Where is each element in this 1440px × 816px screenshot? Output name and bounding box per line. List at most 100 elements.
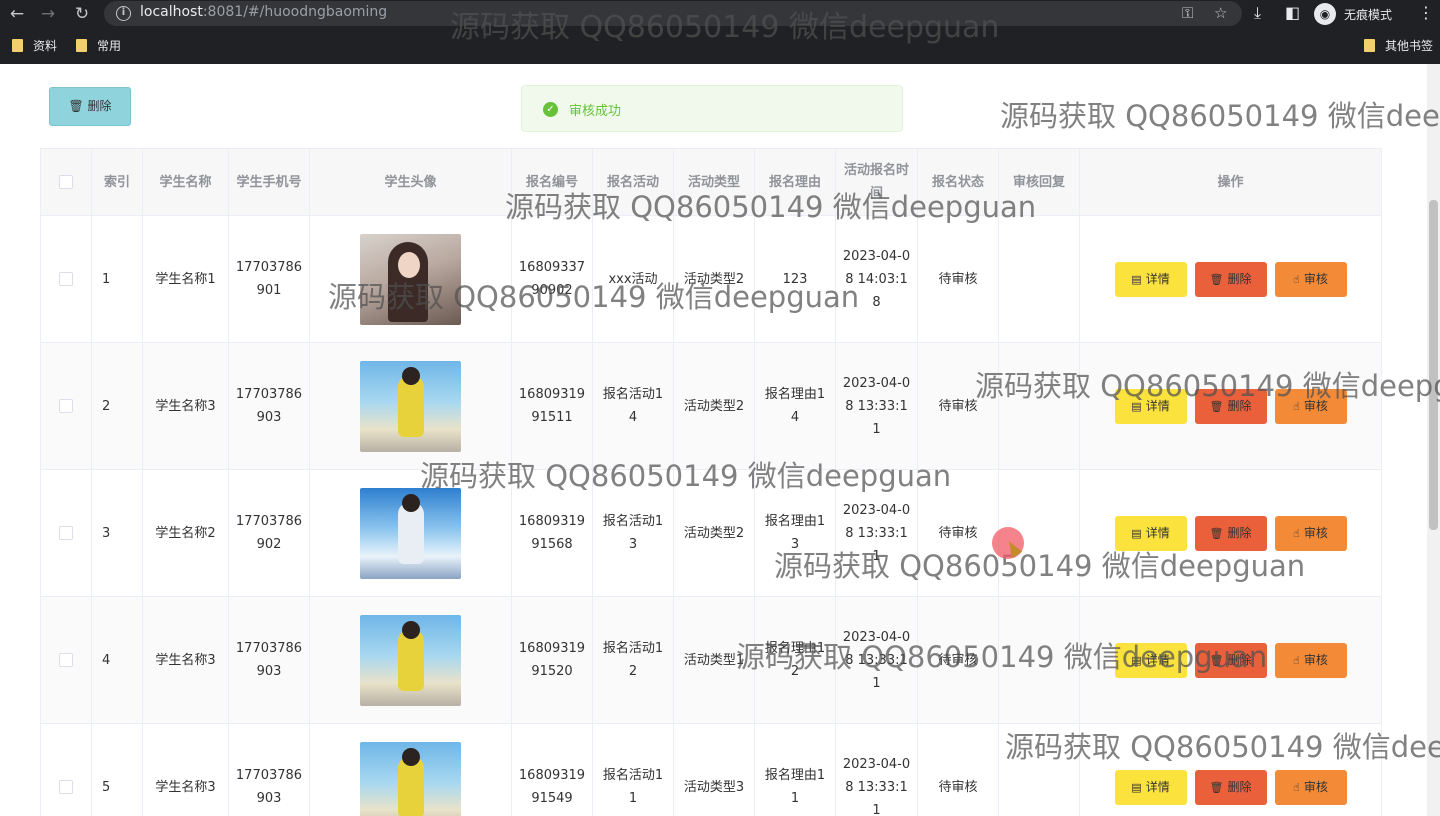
bookmarks-bar: 资料 常用 其他书签 (0, 34, 1440, 58)
student-avatar-image[interactable] (360, 487, 461, 579)
address-bar[interactable]: i localhost:8081/#/huoodngbaoming ⚿ ☆ (104, 1, 1242, 26)
cell-phone: 17703786903 (229, 343, 310, 470)
cell-ops: ▤ 详情 🗑 删除 ☝ 审核 (1080, 343, 1382, 470)
detail-label: 详情 (1145, 779, 1170, 794)
bookmark-folder-2[interactable]: 常用 (76, 37, 121, 54)
cell-phone: 17703786903 (229, 724, 310, 816)
cell-activity: 报名活动13 (593, 470, 674, 597)
detail-button[interactable]: ▤ 详情 (1114, 515, 1187, 551)
audit-label: 审核 (1303, 525, 1328, 540)
row-checkbox[interactable] (59, 272, 73, 286)
sidepanel-icon[interactable]: ◧ (1285, 3, 1300, 22)
row-checkbox[interactable] (59, 653, 73, 667)
bookmark-folder-1[interactable]: 资料 (12, 37, 57, 54)
bookmark-star-icon[interactable]: ☆ (1214, 4, 1227, 22)
student-avatar-image[interactable] (360, 233, 461, 325)
avatar-head (402, 366, 420, 385)
row-select-cell (41, 470, 92, 597)
cell-name: 学生名称3 (143, 597, 229, 724)
site-info-icon[interactable]: i (116, 6, 131, 21)
document-icon: ▤ (1131, 653, 1142, 667)
audit-button[interactable]: ☝ 审核 (1274, 515, 1347, 551)
table-row[interactable]: 3 学生名称2 17703786902 1680931991568 报名活动13 活动类型… (41, 470, 1382, 597)
table-row[interactable]: 4 学生名称3 17703786903 1680931991520 报名活动12 活动类型… (41, 597, 1382, 724)
detail-label: 详情 (1145, 525, 1170, 540)
toast-message: 审核成功 (569, 104, 622, 119)
delete-button[interactable]: 🗑 删除 (1194, 515, 1267, 551)
delete-button[interactable]: 🗑 删除 (1194, 388, 1267, 424)
cell-reason: 123 (755, 216, 836, 343)
page-scrollbar[interactable] (1427, 64, 1440, 816)
delete-label: 删除 (1227, 398, 1252, 413)
cell-phone: 17703786902 (229, 470, 310, 597)
cell-time: 2023-04-08 13:33:11 (836, 470, 918, 597)
detail-label: 详情 (1145, 271, 1170, 286)
cell-activity-type: 活动类型2 (674, 343, 755, 470)
other-bookmarks-label: 其他书签 (1385, 39, 1434, 53)
cell-reply (999, 343, 1080, 470)
cell-name: 学生名称3 (143, 724, 229, 816)
delete-button[interactable]: 🗑 删除 (1194, 769, 1267, 805)
key-icon[interactable]: ⚿ (1182, 4, 1193, 22)
batch-delete-button[interactable]: 🗑 删除 (49, 87, 131, 126)
detail-button[interactable]: ▤ 详情 (1114, 642, 1187, 678)
back-icon[interactable]: ← (6, 4, 28, 24)
table-row[interactable]: 2 学生名称3 17703786903 1680931991511 报名活动14 活动类型… (41, 343, 1382, 470)
detail-button[interactable]: ▤ 详情 (1114, 388, 1187, 424)
header-type: 活动类型 (674, 149, 755, 216)
audit-button[interactable]: ☝ 审核 (1274, 388, 1347, 424)
other-bookmarks[interactable]: 其他书签 (1364, 37, 1433, 54)
header-status: 报名状态 (918, 149, 999, 216)
cell-reason: 报名理由14 (755, 343, 836, 470)
row-checkbox[interactable] (59, 780, 73, 794)
select-all-checkbox[interactable] (59, 175, 73, 189)
student-avatar-image[interactable] (360, 360, 461, 452)
audit-button[interactable]: ☝ 审核 (1274, 769, 1347, 805)
cell-activity-type: 活动类型2 (674, 216, 755, 343)
audit-button[interactable]: ☝ 审核 (1274, 642, 1347, 678)
menu-kebab-icon[interactable]: ⋮ (1418, 3, 1434, 22)
detail-button[interactable]: ▤ 详情 (1114, 261, 1187, 297)
cell-status: 待审核 (918, 470, 999, 597)
cell-registration-no: 1680931991520 (512, 597, 593, 724)
trash-icon: 🗑 (68, 99, 84, 113)
cell-registration-no: 1680933790902 (512, 216, 593, 343)
cell-index: 5 (92, 724, 143, 816)
table-row[interactable]: 1 学生名称1 17703786901 1680933790902 xxx活动 活动类型2… (41, 216, 1382, 343)
cell-activity-type: 活动类型3 (674, 724, 755, 816)
delete-button[interactable]: 🗑 删除 (1194, 642, 1267, 678)
scrollbar-thumb[interactable] (1429, 200, 1438, 530)
folder-icon (1364, 39, 1375, 52)
avatar-head (402, 620, 420, 639)
detail-label: 详情 (1145, 652, 1170, 667)
trash-icon: 🗑 (1209, 272, 1224, 286)
row-select-cell (41, 343, 92, 470)
delete-button[interactable]: 🗑 删除 (1194, 261, 1267, 297)
incognito-icon[interactable]: ◉ (1314, 3, 1336, 25)
url-text: localhost:8081/#/huoodngbaoming (140, 4, 387, 20)
table-row[interactable]: 5 学生名称3 17703786903 1680931991549 报名活动11 活动类型… (41, 724, 1382, 816)
audit-button[interactable]: ☝ 审核 (1274, 261, 1347, 297)
reload-icon[interactable]: ↻ (71, 4, 93, 24)
row-checkbox[interactable] (59, 399, 73, 413)
document-icon: ▤ (1131, 399, 1142, 413)
cell-time: 2023-04-08 13:33:11 (836, 724, 918, 816)
incognito-label[interactable]: 无痕模式 (1344, 6, 1392, 23)
cell-avatar (310, 343, 512, 470)
cell-index: 3 (92, 470, 143, 597)
detail-button[interactable]: ▤ 详情 (1114, 769, 1187, 805)
forward-icon[interactable]: → (37, 4, 59, 24)
cell-avatar (310, 470, 512, 597)
avatar-head (402, 747, 420, 766)
cell-activity: xxx活动 (593, 216, 674, 343)
document-icon: ▤ (1131, 272, 1142, 286)
download-icon[interactable]: ⤓ (1254, 3, 1261, 23)
audit-label: 审核 (1303, 779, 1328, 794)
student-avatar-image[interactable] (360, 741, 461, 816)
cell-activity: 报名活动14 (593, 343, 674, 470)
cell-reason: 报名理由11 (755, 724, 836, 816)
cell-reply (999, 724, 1080, 816)
student-avatar-image[interactable] (360, 614, 461, 706)
row-checkbox[interactable] (59, 526, 73, 540)
row-select-cell (41, 597, 92, 724)
